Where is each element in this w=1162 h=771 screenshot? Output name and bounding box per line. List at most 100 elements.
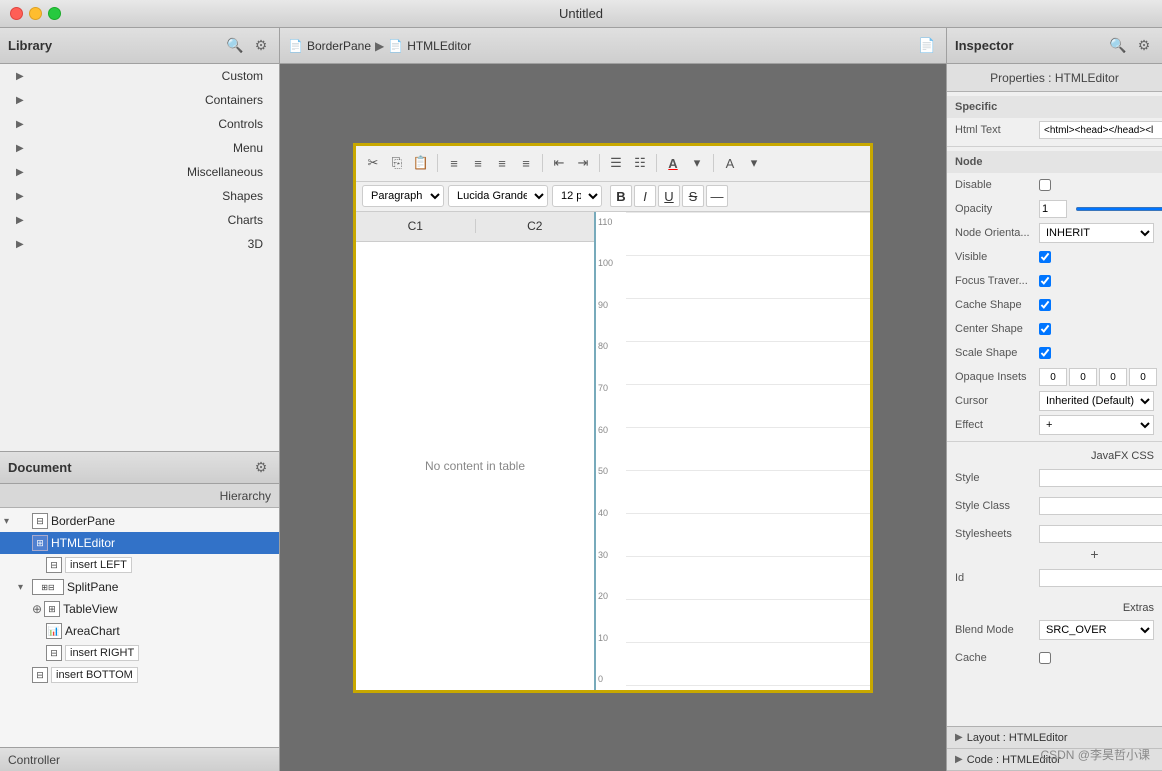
tree-item-htmleditor[interactable]: ⊞ HTMLEditor: [0, 532, 279, 554]
blend-mode-select[interactable]: SRC_OVER: [1039, 620, 1154, 640]
list-ol-button[interactable]: ☷: [629, 152, 651, 174]
style-input[interactable]: [1039, 469, 1162, 487]
hr-button[interactable]: —: [706, 185, 728, 207]
html-text-input[interactable]: [1039, 121, 1162, 139]
library-item-controls[interactable]: ▶ Controls: [0, 112, 279, 136]
align-left-button[interactable]: ≡: [443, 152, 465, 174]
minimize-button[interactable]: [29, 7, 42, 20]
style-class-input[interactable]: [1039, 497, 1162, 515]
library-item-3d[interactable]: ▶ 3D: [0, 232, 279, 256]
font-select[interactable]: Lucida Grande: [448, 185, 548, 207]
titlebar: Untitled: [0, 0, 1162, 28]
inset-right[interactable]: [1069, 368, 1097, 386]
cache-shape-row: Cache Shape: [947, 293, 1162, 317]
underline-button[interactable]: U: [658, 185, 680, 207]
library-item-shapes[interactable]: ▶ Shapes: [0, 184, 279, 208]
arrow-icon: ▶: [16, 95, 30, 106]
inset-top[interactable]: [1039, 368, 1067, 386]
column-header-c2[interactable]: C2: [476, 219, 595, 233]
cursor-select[interactable]: Inherited (Default): [1039, 391, 1154, 411]
inset-left[interactable]: [1129, 368, 1157, 386]
focus-checkbox[interactable]: [1039, 275, 1051, 287]
library-item-label: Custom: [30, 69, 271, 83]
cache-label: Cache: [955, 652, 1035, 664]
indent-button[interactable]: ⇥: [572, 152, 594, 174]
cache-checkbox[interactable]: [1039, 652, 1051, 664]
stylesheets-input[interactable]: [1039, 525, 1162, 543]
library-item-miscellaneous[interactable]: ▶ Miscellaneous: [0, 160, 279, 184]
tree-item-tableview[interactable]: ⊕ ⊞ TableView: [0, 598, 279, 620]
library-item-menu[interactable]: ▶ Menu: [0, 136, 279, 160]
list-ul-button[interactable]: ☰: [605, 152, 627, 174]
tree-item-insert-right[interactable]: ⊟ insert RIGHT: [0, 642, 279, 664]
layout-arrow-icon: ▶: [955, 732, 963, 743]
breadcrumb-htmleditor[interactable]: HTMLEditor: [407, 39, 471, 53]
library-item-containers[interactable]: ▶ Containers: [0, 88, 279, 112]
cut-button[interactable]: ✂: [362, 152, 384, 174]
node-orient-select[interactable]: INHERIT: [1039, 223, 1154, 243]
opacity-input[interactable]: [1039, 200, 1067, 218]
paste-button[interactable]: 📋: [410, 152, 432, 174]
breadcrumb-borderpane[interactable]: BorderPane: [307, 39, 371, 53]
italic-button[interactable]: I: [634, 185, 656, 207]
document-panel: Document ⚙ Hierarchy ▾ ⊟ BorderPane ⊞: [0, 451, 279, 771]
grid-line: [626, 556, 870, 557]
doc-icon2: 📄: [388, 39, 403, 53]
document-options-icon[interactable]: ⚙: [251, 458, 271, 478]
focus-row: Focus Traver...: [947, 269, 1162, 293]
paragraph-select[interactable]: Paragraph: [362, 185, 444, 207]
y-label: 30: [598, 550, 624, 560]
opaque-insets-inputs: [1039, 368, 1157, 386]
html-text-row: Html Text: [947, 118, 1162, 142]
y-label: 110: [598, 217, 624, 227]
effect-select[interactable]: +: [1039, 415, 1154, 435]
toolbar-separator: [542, 154, 543, 172]
y-label: 90: [598, 300, 624, 310]
tree-label: HTMLEditor: [51, 536, 115, 550]
cache-shape-checkbox[interactable]: [1039, 299, 1051, 311]
stylesheet-add-button[interactable]: +: [1035, 546, 1154, 562]
properties-tab[interactable]: Properties : HTMLEditor: [947, 64, 1162, 92]
bg-color-button[interactable]: A: [719, 152, 741, 174]
grid-line: [626, 685, 870, 686]
opacity-slider[interactable]: [1075, 207, 1162, 211]
library-item-charts[interactable]: ▶ Charts: [0, 208, 279, 232]
html-editor: ✂ ⎘ 📋 ≡ ≡ ≡ ≡ ⇤ ⇥ ☰ ☷: [356, 146, 870, 690]
search-icon[interactable]: 🔍: [225, 36, 245, 56]
font-color-button[interactable]: A: [662, 152, 684, 174]
tree-item-splitpane[interactable]: ▾ ⊞⊟ SplitPane: [0, 576, 279, 598]
align-center-button[interactable]: ≡: [467, 152, 489, 174]
gear-icon[interactable]: ⚙: [251, 36, 271, 56]
library-item-custom[interactable]: ▶ Custom: [0, 64, 279, 88]
strikethrough-button[interactable]: S: [682, 185, 704, 207]
tree-item-borderpane[interactable]: ▾ ⊟ BorderPane: [0, 510, 279, 532]
column-header-c1[interactable]: C1: [356, 219, 476, 233]
center-shape-checkbox[interactable]: [1039, 323, 1051, 335]
blend-mode-label: Blend Mode: [955, 624, 1035, 636]
disable-checkbox[interactable]: [1039, 179, 1051, 191]
chart-grid: [626, 212, 870, 690]
outdent-button[interactable]: ⇤: [548, 152, 570, 174]
justify-button[interactable]: ≡: [515, 152, 537, 174]
canvas-area: ✂ ⎘ 📋 ≡ ≡ ≡ ≡ ⇤ ⇥ ☰ ☷: [280, 64, 946, 771]
id-input[interactable]: [1039, 569, 1162, 587]
inspector-search-icon[interactable]: 🔍: [1108, 36, 1128, 56]
fullscreen-button[interactable]: [48, 7, 61, 20]
tree-item-insert-bottom[interactable]: ⊟ insert BOTTOM: [0, 664, 279, 686]
bold-button[interactable]: B: [610, 185, 632, 207]
visible-checkbox[interactable]: [1039, 251, 1051, 263]
style-class-label: Style Class: [955, 500, 1035, 512]
canvas-doc-button[interactable]: 📄: [916, 35, 938, 57]
align-right-button[interactable]: ≡: [491, 152, 513, 174]
inset-bottom[interactable]: [1099, 368, 1127, 386]
font-color-dropdown[interactable]: ▾: [686, 152, 708, 174]
copy-button[interactable]: ⎘: [386, 152, 408, 174]
tree-item-insert-left[interactable]: ⊟ insert LEFT: [0, 554, 279, 576]
close-button[interactable]: [10, 7, 23, 20]
inspector-panel: Inspector 🔍 ⚙ Properties : HTMLEditor Sp…: [946, 28, 1162, 771]
size-select[interactable]: 12 pt: [552, 185, 602, 207]
scale-shape-checkbox[interactable]: [1039, 347, 1051, 359]
bg-color-dropdown[interactable]: ▾: [743, 152, 765, 174]
inspector-gear-icon[interactable]: ⚙: [1134, 36, 1154, 56]
tree-item-areachart[interactable]: 📊 AreaChart: [0, 620, 279, 642]
